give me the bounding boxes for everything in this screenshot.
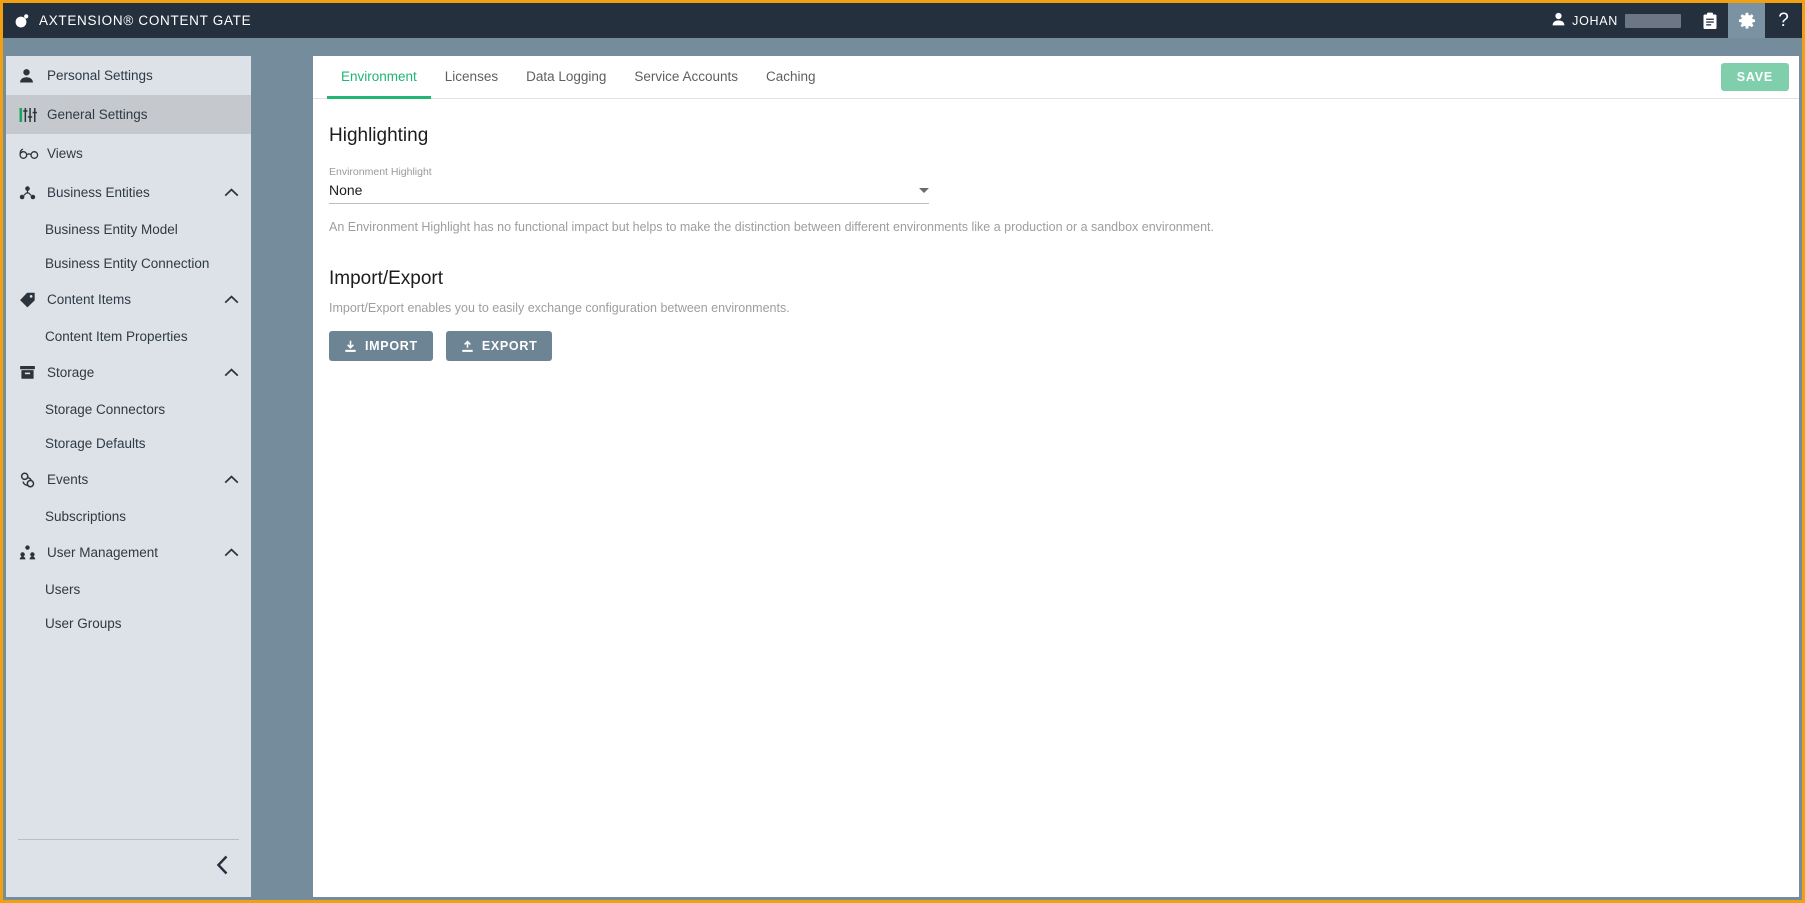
tab-label: Environment [341,68,417,84]
archive-icon [19,365,43,380]
import-export-buttons: IMPORT EXPORT [329,331,1799,361]
people-icon [19,545,43,560]
tab-label: Service Accounts [634,68,738,84]
sidebar-item-label: Storage [47,365,95,380]
sidebar-item-label: Views [47,146,83,161]
tab-environment[interactable]: Environment [327,56,431,99]
app-window: AXTENSION® CONTENT GATE JOHAN ? Personal… [0,0,1805,903]
sidebar-item-business-entity-model[interactable]: Business Entity Model [6,212,251,246]
sidebar-item-label: Content Items [47,292,132,307]
sidebar: Personal Settings General Settings Views… [6,56,251,897]
tab-bar-spacer [830,56,1721,98]
chevron-down-icon [919,188,929,193]
hierarchy-icon [19,185,43,200]
settings-button[interactable] [1728,3,1765,38]
help-button[interactable]: ? [1765,3,1802,38]
import-button-label: IMPORT [365,339,418,353]
tab-service-accounts[interactable]: Service Accounts [620,56,752,99]
sidebar-sub-label: Business Entity Connection [45,255,210,271]
person-icon [19,68,43,83]
export-button[interactable]: EXPORT [445,331,553,361]
highlighting-helper-text: An Environment Highlight has no function… [329,220,1215,234]
sidebar-item-business-entities[interactable]: Business Entities [6,173,251,212]
sidebar-item-subscriptions[interactable]: Subscriptions [6,499,251,533]
tab-caching[interactable]: Caching [752,56,830,99]
sidebar-sub-label: Users [45,581,81,597]
import-button[interactable]: IMPORT [329,331,433,361]
chevron-left-icon [216,855,229,880]
question-mark-icon: ? [1778,10,1789,31]
axtension-logo-icon [14,13,30,29]
sidebar-item-label: General Settings [47,107,148,122]
clipboard-button[interactable] [1691,3,1728,38]
environment-highlight-select[interactable]: None [329,182,929,204]
export-button-label: EXPORT [481,339,538,353]
gear-icon [1738,12,1756,30]
tab-licenses[interactable]: Licenses [431,56,512,99]
sidebar-sub-label: Subscriptions [45,508,127,524]
tab-data-logging[interactable]: Data Logging [512,56,620,99]
environment-settings-body: Highlighting Environment Highlight None … [313,99,1799,361]
download-icon [344,340,357,353]
glasses-icon [19,147,43,160]
tag-icon [19,292,43,308]
sidebar-item-storage-connectors[interactable]: Storage Connectors [6,392,251,426]
tab-label: Data Logging [526,68,607,84]
chevron-up-icon[interactable] [224,295,239,304]
user-name: JOHAN [1572,13,1618,28]
brand: AXTENSION® CONTENT GATE [3,13,251,29]
redacted-user-detail [1625,13,1681,28]
sidebar-item-content-items[interactable]: Content Items [6,280,251,319]
sidebar-item-users[interactable]: Users [6,572,251,606]
sidebar-nav: Personal Settings General Settings Views… [6,56,251,839]
highlighting-section-title: Highlighting [329,125,429,146]
sidebar-item-business-entity-connection[interactable]: Business Entity Connection [6,246,251,280]
user-menu[interactable]: JOHAN [1546,3,1691,38]
sidebar-footer [18,839,239,895]
app-title: AXTENSION® CONTENT GATE [39,13,252,28]
sidebar-sub-label: Storage Defaults [45,435,146,451]
sidebar-sub-label: Storage Connectors [45,401,166,417]
sidebar-item-events[interactable]: Events [6,460,251,499]
environment-highlight-label: Environment Highlight [329,166,432,178]
sidebar-item-label: Business Entities [47,185,150,200]
sidebar-collapse-button[interactable] [205,851,239,885]
chevron-up-icon[interactable] [224,188,239,197]
import-export-description: Import/Export enables you to easily exch… [329,301,790,315]
sidebar-item-label: Events [47,472,89,487]
sidebar-item-label: Personal Settings [47,68,153,83]
sliders-icon [19,107,43,123]
sidebar-item-storage-defaults[interactable]: Storage Defaults [6,426,251,460]
save-button[interactable]: SAVE [1720,63,1789,91]
save-button-wrap: SAVE [1720,56,1789,98]
webhook-icon [19,471,43,488]
chevron-up-icon[interactable] [224,368,239,377]
sidebar-item-general-settings[interactable]: General Settings [6,95,251,134]
clipboard-icon [1702,12,1718,30]
content-panel: Environment Licenses Data Logging Servic… [313,56,1799,897]
sidebar-sub-label: Business Entity Model [45,221,178,237]
sidebar-sub-label: Content Item Properties [45,328,188,344]
tab-label: Caching [765,68,816,84]
upload-icon [461,339,474,353]
header-actions: JOHAN ? [1546,3,1802,38]
sidebar-item-user-groups[interactable]: User Groups [6,606,251,640]
environment-highlight-field: Environment Highlight None [329,166,929,204]
sidebar-item-content-item-properties[interactable]: Content Item Properties [6,319,251,353]
sidebar-sub-label: User Groups [45,615,122,631]
tab-label: Licenses [444,68,499,84]
tab-bar: Environment Licenses Data Logging Servic… [313,56,1799,99]
app-header: AXTENSION® CONTENT GATE JOHAN ? [3,3,1802,38]
sidebar-item-personal-settings[interactable]: Personal Settings [6,56,251,95]
sidebar-item-storage[interactable]: Storage [6,353,251,392]
sidebar-item-user-management[interactable]: User Management [6,533,251,572]
sidebar-item-views[interactable]: Views [6,134,251,173]
user-icon [1552,12,1565,29]
import-export-section-title: Import/Export [329,268,444,289]
chevron-up-icon[interactable] [224,475,239,484]
sidebar-item-label: User Management [47,545,159,560]
chevron-up-icon[interactable] [224,548,239,557]
environment-highlight-value: None [329,182,363,198]
